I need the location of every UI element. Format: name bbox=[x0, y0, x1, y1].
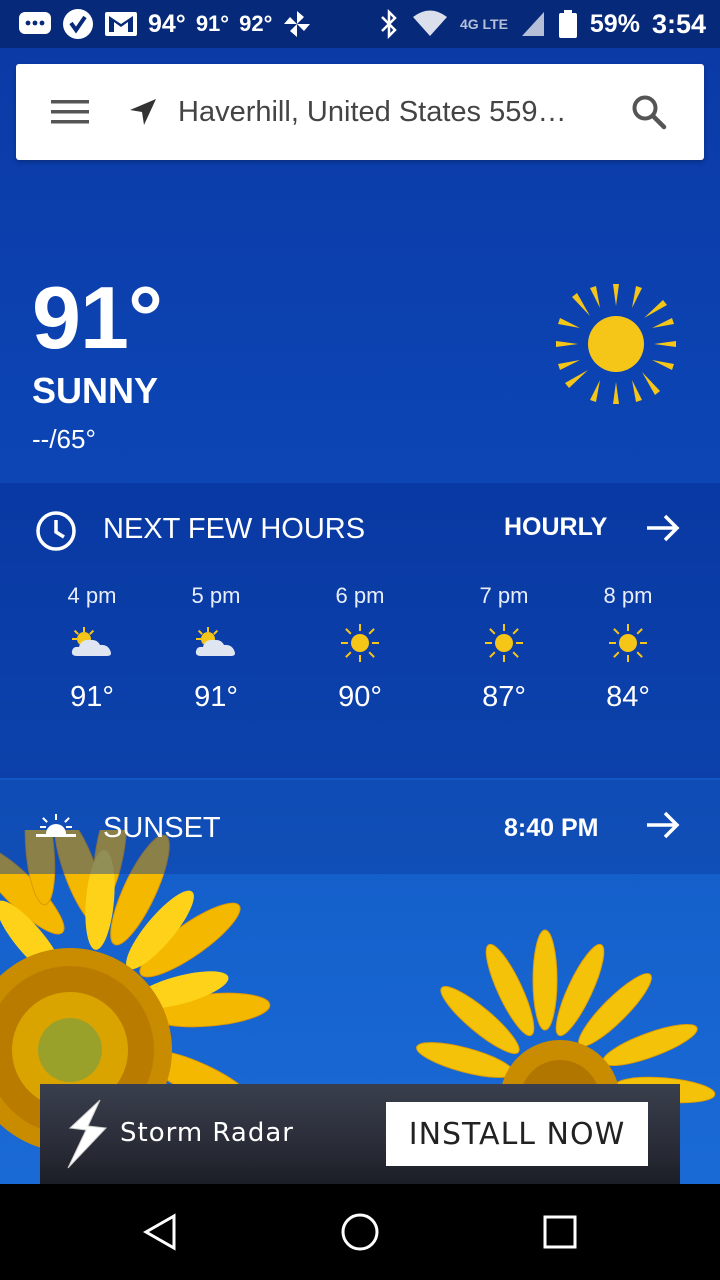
hour-time: 4 pm bbox=[67, 583, 117, 608]
recents-button[interactable] bbox=[540, 1212, 580, 1252]
battery-icon bbox=[558, 9, 578, 39]
status-temp-1: 94° bbox=[148, 9, 186, 38]
hour-item[interactable]: 5 pm 91° bbox=[156, 583, 276, 714]
hour-item[interactable]: 6 pm 90° bbox=[300, 583, 420, 714]
hour-item[interactable]: 8 pm 84° bbox=[568, 583, 688, 714]
status-temp-2: 91° bbox=[195, 11, 230, 36]
network-type-label: 4G LTE bbox=[459, 16, 508, 32]
gmail-icon bbox=[104, 11, 138, 37]
current-temperature: 91° bbox=[32, 268, 163, 367]
hour-item[interactable]: 4 pm 91° bbox=[32, 583, 152, 714]
hour-time: 7 pm bbox=[479, 583, 529, 608]
hour-temp: 87° bbox=[482, 681, 526, 713]
arrow-right-icon[interactable] bbox=[645, 810, 681, 845]
sunset-label: SUNSET bbox=[103, 812, 221, 844]
home-button[interactable] bbox=[340, 1212, 380, 1252]
home-circle-icon bbox=[341, 1213, 379, 1251]
hour-temp: 91° bbox=[194, 681, 238, 713]
sun-icon bbox=[444, 623, 564, 663]
search-button[interactable] bbox=[594, 64, 704, 160]
hourly-link[interactable]: HOURLY bbox=[504, 513, 607, 542]
back-triangle-icon bbox=[142, 1213, 176, 1251]
location-text[interactable]: Haverhill, United States 559… bbox=[178, 96, 594, 129]
network-type-icon: 4G LTE bbox=[460, 16, 508, 32]
location-arrow-icon bbox=[126, 97, 160, 127]
search-icon bbox=[632, 95, 667, 130]
wifi-icon bbox=[412, 10, 448, 38]
clock-time: 3:54 bbox=[651, 8, 706, 39]
hour-time: 5 pm bbox=[191, 583, 241, 608]
sunset-icon bbox=[36, 812, 76, 843]
bluetooth-icon bbox=[378, 9, 400, 39]
lightning-logo-icon bbox=[60, 1098, 114, 1175]
clock-icon bbox=[35, 510, 77, 557]
location-search-bar[interactable]: Haverhill, United States 559… bbox=[16, 64, 704, 160]
ad-banner[interactable]: Storm Radar INSTALL NOW bbox=[40, 1084, 680, 1184]
next-few-hours-title: NEXT FEW HOURS bbox=[103, 513, 366, 545]
hour-time: 8 pm bbox=[603, 583, 653, 608]
hour-temp: 90° bbox=[338, 681, 382, 713]
verified-icon bbox=[62, 8, 94, 40]
high-low-temperature: --/65° bbox=[32, 424, 96, 454]
navigation-bar bbox=[0, 1184, 720, 1280]
partly-cloudy-icon bbox=[32, 623, 152, 663]
hour-item[interactable]: 7 pm 87° bbox=[444, 583, 564, 714]
hamburger-menu-icon bbox=[51, 100, 89, 124]
sun-icon bbox=[568, 623, 688, 663]
back-button[interactable] bbox=[140, 1212, 180, 1252]
sunset-time: 8:40 PM bbox=[504, 814, 599, 842]
sun-icon bbox=[552, 280, 680, 408]
menu-button[interactable] bbox=[16, 64, 126, 160]
sunset-panel[interactable]: SUNSET 8:40 PM bbox=[0, 780, 720, 874]
current-conditions: 91° SUNNY --/65° bbox=[32, 268, 163, 455]
recents-square-icon bbox=[543, 1215, 577, 1249]
hour-temp: 91° bbox=[70, 681, 114, 713]
status-bar: 94° 91° 92° 4G LTE 59% 3:54 bbox=[0, 0, 720, 48]
install-now-button[interactable]: INSTALL NOW bbox=[386, 1102, 648, 1166]
partly-cloudy-icon bbox=[156, 623, 276, 663]
messages-icon bbox=[18, 11, 52, 37]
sun-icon bbox=[300, 623, 420, 663]
next-few-hours-panel: NEXT FEW HOURS HOURLY 4 pm 91° 5 pm 91° … bbox=[0, 483, 720, 773]
status-temp-3: 92° bbox=[239, 11, 273, 36]
battery-percent: 59% bbox=[589, 9, 640, 38]
current-condition: SUNNY bbox=[32, 370, 159, 411]
pinwheel-icon bbox=[282, 9, 312, 39]
hour-temp: 84° bbox=[606, 681, 650, 713]
ad-title: Storm Radar bbox=[120, 1118, 294, 1148]
hour-time: 6 pm bbox=[335, 583, 385, 608]
panel-divider bbox=[0, 773, 720, 778]
arrow-right-icon[interactable] bbox=[645, 513, 681, 548]
signal-icon bbox=[520, 10, 546, 38]
